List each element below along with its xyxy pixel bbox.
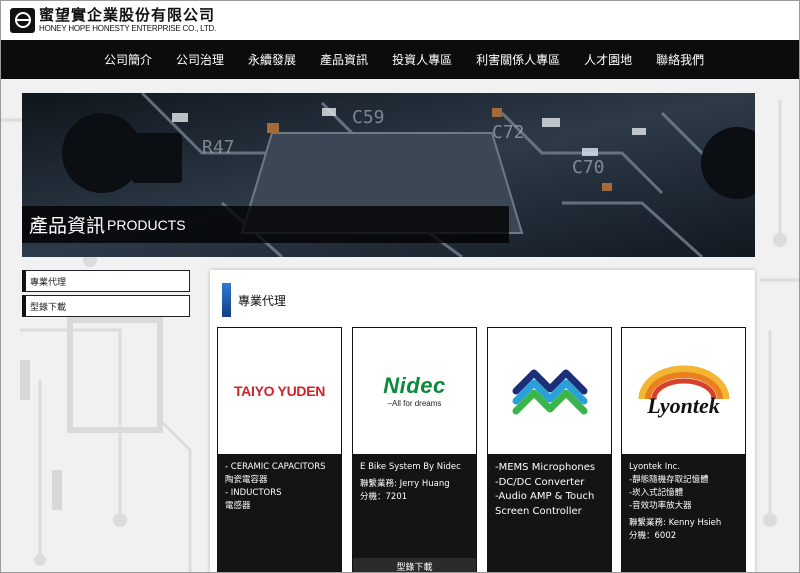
- nav-item-careers[interactable]: 人才園地: [572, 51, 644, 68]
- card-line: -崁入式記憶體: [629, 488, 684, 498]
- card-description: E Bike System By Nidec 聯繫業務: Jerry Huang…: [360, 461, 472, 504]
- company-name-zh: 蜜望實企業股份有限公司: [39, 5, 216, 24]
- card-line: -DC/DC Converter: [495, 476, 585, 488]
- sidebar-item-label: 型錄下載: [30, 302, 67, 313]
- nidec-tagline: –All for dreams: [387, 398, 442, 408]
- card-description: - CERAMIC CAPACITORS 陶瓷電容器 - INDUCTORS 電…: [225, 461, 337, 513]
- product-card-taiyo-yuden[interactable]: TAIYO YUDEN - CERAMIC CAPACITORS 陶瓷電容器 -…: [217, 327, 342, 573]
- svg-text:C70: C70: [572, 157, 605, 178]
- nav-item-about[interactable]: 公司簡介: [92, 51, 164, 68]
- card-line: 聯繫業務: Kenny Hsieh: [629, 518, 722, 528]
- section-accent-bar: [222, 283, 231, 317]
- card-line: 分機：6002: [629, 531, 677, 541]
- hero-title-en: PRODUCTS: [107, 216, 186, 233]
- wave-logo-icon: [512, 369, 587, 415]
- catalog-download-button[interactable]: 型錄下載: [353, 558, 476, 573]
- sidebar-item-catalog-download[interactable]: 型錄下載: [22, 295, 190, 317]
- lyontek-logo: Lyontek: [622, 328, 745, 454]
- sidebar-item-label: 專業代理: [30, 277, 67, 288]
- hero-title-band: 產品資訊 PRODUCTS: [22, 206, 509, 243]
- nav-item-governance[interactable]: 公司治理: [164, 51, 236, 68]
- nidec-logo-text: Nidec: [383, 372, 446, 398]
- sidebar-item-agency[interactable]: 專業代理: [22, 270, 190, 292]
- card-line: 電感器: [225, 501, 251, 511]
- card-line: -音效功率放大器: [629, 501, 692, 511]
- product-card-mems[interactable]: -MEMS Microphones -DC/DC Converter -Audi…: [487, 327, 612, 573]
- card-line: 聯繫業務: Jerry Huang: [360, 479, 450, 489]
- hero-title-zh: 產品資訊: [29, 215, 106, 237]
- card-description: -MEMS Microphones -DC/DC Converter -Audi…: [495, 461, 607, 519]
- nav-item-contact[interactable]: 聯絡我們: [644, 51, 716, 68]
- card-line: - CERAMIC CAPACITORS: [225, 462, 326, 472]
- nidec-logo: Nidec –All for dreams: [353, 328, 476, 454]
- nav-item-products[interactable]: 產品資訊: [308, 51, 380, 68]
- card-description: Lyontek Inc. -靜態隨機存取記憶體 -崁入式記憶體 -音效功率放大器…: [629, 461, 741, 543]
- site-header: 蜜望實企業股份有限公司 HONEY HOPE HONESTY ENTERPRIS…: [0, 0, 800, 40]
- card-line: -靜態隨機存取記憶體: [629, 475, 709, 485]
- taiyo-yuden-logo: TAIYO YUDEN: [218, 328, 341, 454]
- card-line: Screen Controller: [495, 505, 582, 517]
- company-logo[interactable]: 蜜望實企業股份有限公司 HONEY HOPE HONESTY ENTERPRIS…: [39, 5, 217, 33]
- taiyo-yuden-logo-text: TAIYO YUDEN: [233, 383, 326, 399]
- card-line: Lyontek Inc.: [629, 462, 681, 472]
- nav-item-investors[interactable]: 投資人專區: [380, 51, 464, 68]
- svg-text:R47: R47: [202, 137, 235, 158]
- card-line: 分機：7201: [360, 492, 408, 502]
- card-line: - INDUCTORS: [225, 488, 282, 498]
- hero-banner: C59 C72 C70 R47 產品資訊 PRODUCTS: [22, 93, 755, 257]
- card-line: E Bike System By Nidec: [360, 462, 461, 472]
- nav-item-stakeholders[interactable]: 利害關係人專區: [464, 51, 572, 68]
- card-line: -MEMS Microphones: [495, 462, 596, 473]
- product-card-nidec[interactable]: Nidec –All for dreams E Bike System By N…: [352, 327, 477, 573]
- card-line: -Audio AMP & Touch: [495, 491, 595, 502]
- nav-item-sustainability[interactable]: 永續發展: [236, 51, 308, 68]
- svg-text:C72: C72: [492, 122, 525, 143]
- svg-text:C59: C59: [352, 107, 385, 128]
- section-title: 專業代理: [238, 294, 287, 308]
- company-name-en: HONEY HOPE HONESTY ENTERPRISE CO., LTD.: [39, 23, 217, 33]
- main-nav: 公司簡介 公司治理 永續發展 產品資訊 投資人專區 利害關係人專區 人才園地 聯…: [0, 40, 800, 79]
- product-card-lyontek[interactable]: Lyontek Lyontek Inc. -靜態隨機存取記憶體 -崁入式記憶體 …: [621, 327, 746, 573]
- mems-brand-logo: [488, 328, 611, 454]
- card-line: 陶瓷電容器: [225, 475, 268, 485]
- lyontek-logo-text: Lyontek: [647, 393, 720, 418]
- products-panel: 專業代理 TAIYO YUDEN - CERAMIC CAPACITORS 陶瓷…: [210, 270, 755, 573]
- company-logo-icon[interactable]: [10, 7, 35, 33]
